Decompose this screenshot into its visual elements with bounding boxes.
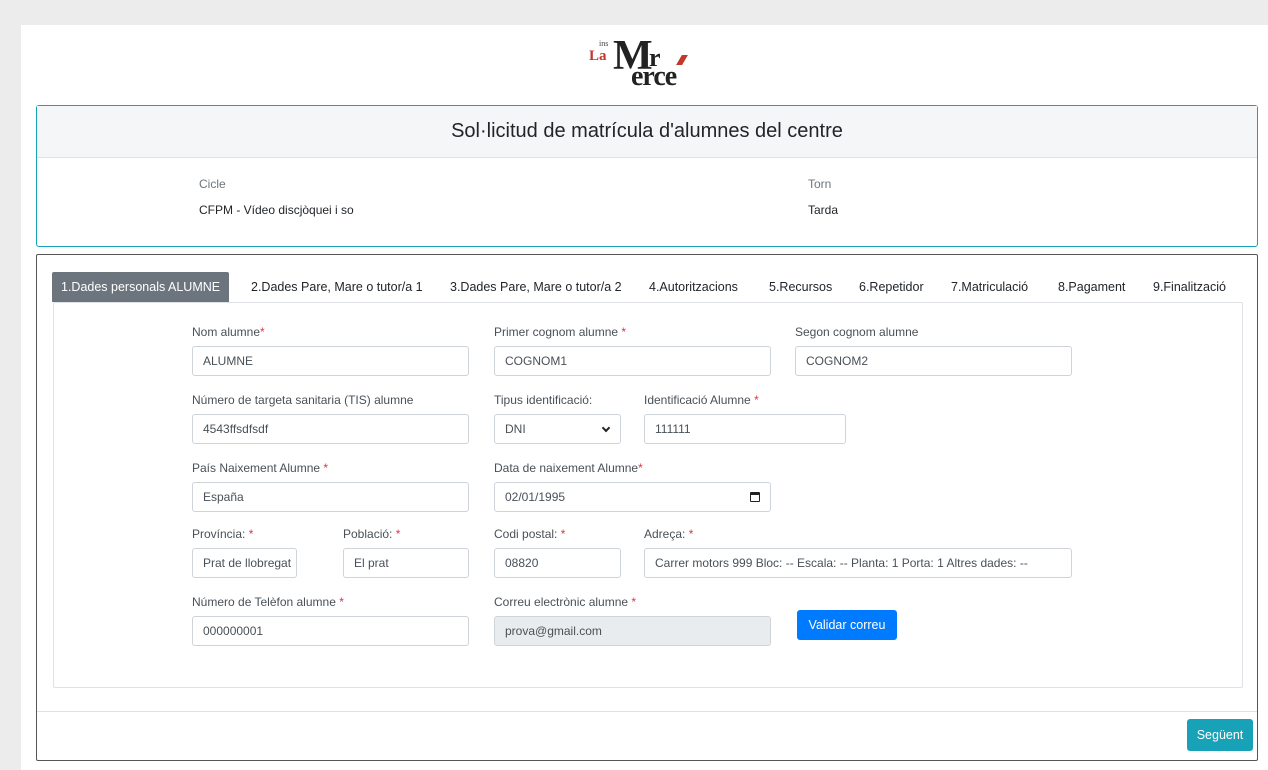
identificacio-input[interactable]: 111111 xyxy=(644,414,846,444)
calendar-icon[interactable] xyxy=(750,492,760,502)
identificacio-label: Identificació Alumne * xyxy=(644,393,759,407)
tab-matriculacio[interactable]: 7.Matriculació xyxy=(951,272,1028,302)
torn-label: Torn xyxy=(808,177,832,191)
pais-input[interactable]: España xyxy=(192,482,469,512)
cicle-label: Cicle xyxy=(199,177,226,191)
nom-label: Nom alumne* xyxy=(192,325,265,339)
tab-dades-personals[interactable]: 1.Dades personals ALUMNE xyxy=(52,272,230,302)
poblacio-label: Població: * xyxy=(343,527,401,541)
tab-dades-tutor-2[interactable]: 3.Dades Pare, Mare o tutor/a 2 xyxy=(450,272,622,302)
data-naixement-input[interactable]: 02/01/1995 xyxy=(494,482,771,512)
cognom1-input[interactable]: COGNOM1 xyxy=(494,346,771,376)
adreca-input[interactable]: Carrer motors 999 Bloc: -- Escala: -- Pl… xyxy=(644,548,1072,578)
page: ins La M r erce Sol·licitud de matrícula… xyxy=(21,25,1268,770)
data-naixement-value: 02/01/1995 xyxy=(505,490,566,504)
tipus-identificacio-select[interactable]: DNI xyxy=(494,414,621,444)
data-naixement-label: Data de naixement Alumne* xyxy=(494,461,643,475)
provincia-input[interactable]: Prat de llobregat xyxy=(192,548,297,578)
tipus-identificacio-label: Tipus identificació: xyxy=(494,393,593,407)
tab-dades-tutor-1[interactable]: 2.Dades Pare, Mare o tutor/a 1 xyxy=(251,272,423,302)
chevron-down-icon xyxy=(601,423,611,433)
tis-label: Número de targeta sanitaria (TIS) alumne xyxy=(192,393,414,407)
logo-la: La xyxy=(589,48,607,64)
page-title: Sol·licitud de matrícula d'alumnes del c… xyxy=(37,106,1257,158)
cicle-value: CFPM - Vídeo discjòquei i so xyxy=(199,203,354,217)
provincia-label: Província: * xyxy=(192,527,254,541)
tab-pagament[interactable]: 8.Pagament xyxy=(1058,272,1125,302)
correu-label: Correu electrònic alumne * xyxy=(494,595,637,609)
logo-ins: ins xyxy=(599,39,609,48)
footer-divider xyxy=(37,711,1257,712)
telefon-input[interactable]: 000000001 xyxy=(192,616,469,646)
codi-postal-input[interactable]: 08820 xyxy=(494,548,621,578)
tab-autoritzacions[interactable]: 4.Autoritzacions xyxy=(649,272,738,302)
tab-finalitzacio[interactable]: 9.Finalització xyxy=(1153,272,1226,302)
telefon-label: Número de Telèfon alumne * xyxy=(192,595,344,609)
adreca-label: Adreça: * xyxy=(644,527,694,541)
poblacio-input[interactable]: El prat xyxy=(343,548,469,578)
torn-value: Tarda xyxy=(808,203,839,217)
correu-input: prova@gmail.com xyxy=(494,616,771,646)
school-logo: ins La M r erce xyxy=(589,33,709,93)
nom-input[interactable]: ALUMNE xyxy=(192,346,469,376)
cognom2-label: Segon cognom alumne xyxy=(795,325,919,339)
tipus-identificacio-value: DNI xyxy=(505,422,526,436)
codi-postal-label: Codi postal: * xyxy=(494,527,566,541)
tis-input[interactable]: 4543ffsdfsdf xyxy=(192,414,469,444)
tab-panel-dades-personals: Nom alumne* ALUMNE Primer cognom alumne … xyxy=(53,302,1243,688)
pais-label: País Naixement Alumne * xyxy=(192,461,329,475)
cognom2-input[interactable]: COGNOM2 xyxy=(795,346,1072,376)
cognom1-label: Primer cognom alumne * xyxy=(494,325,627,339)
logo-accent xyxy=(676,55,688,65)
enrollment-header-card: Sol·licitud de matrícula d'alumnes del c… xyxy=(36,105,1258,247)
logo-erce: erce xyxy=(631,61,677,92)
tab-repetidor[interactable]: 6.Repetidor xyxy=(859,272,924,302)
seguent-button[interactable]: Següent xyxy=(1187,719,1253,751)
validar-correu-button[interactable]: Validar correu xyxy=(797,610,897,640)
form-card: 1.Dades personals ALUMNE 2.Dades Pare, M… xyxy=(36,254,1258,761)
tab-recursos[interactable]: 5.Recursos xyxy=(769,272,832,302)
